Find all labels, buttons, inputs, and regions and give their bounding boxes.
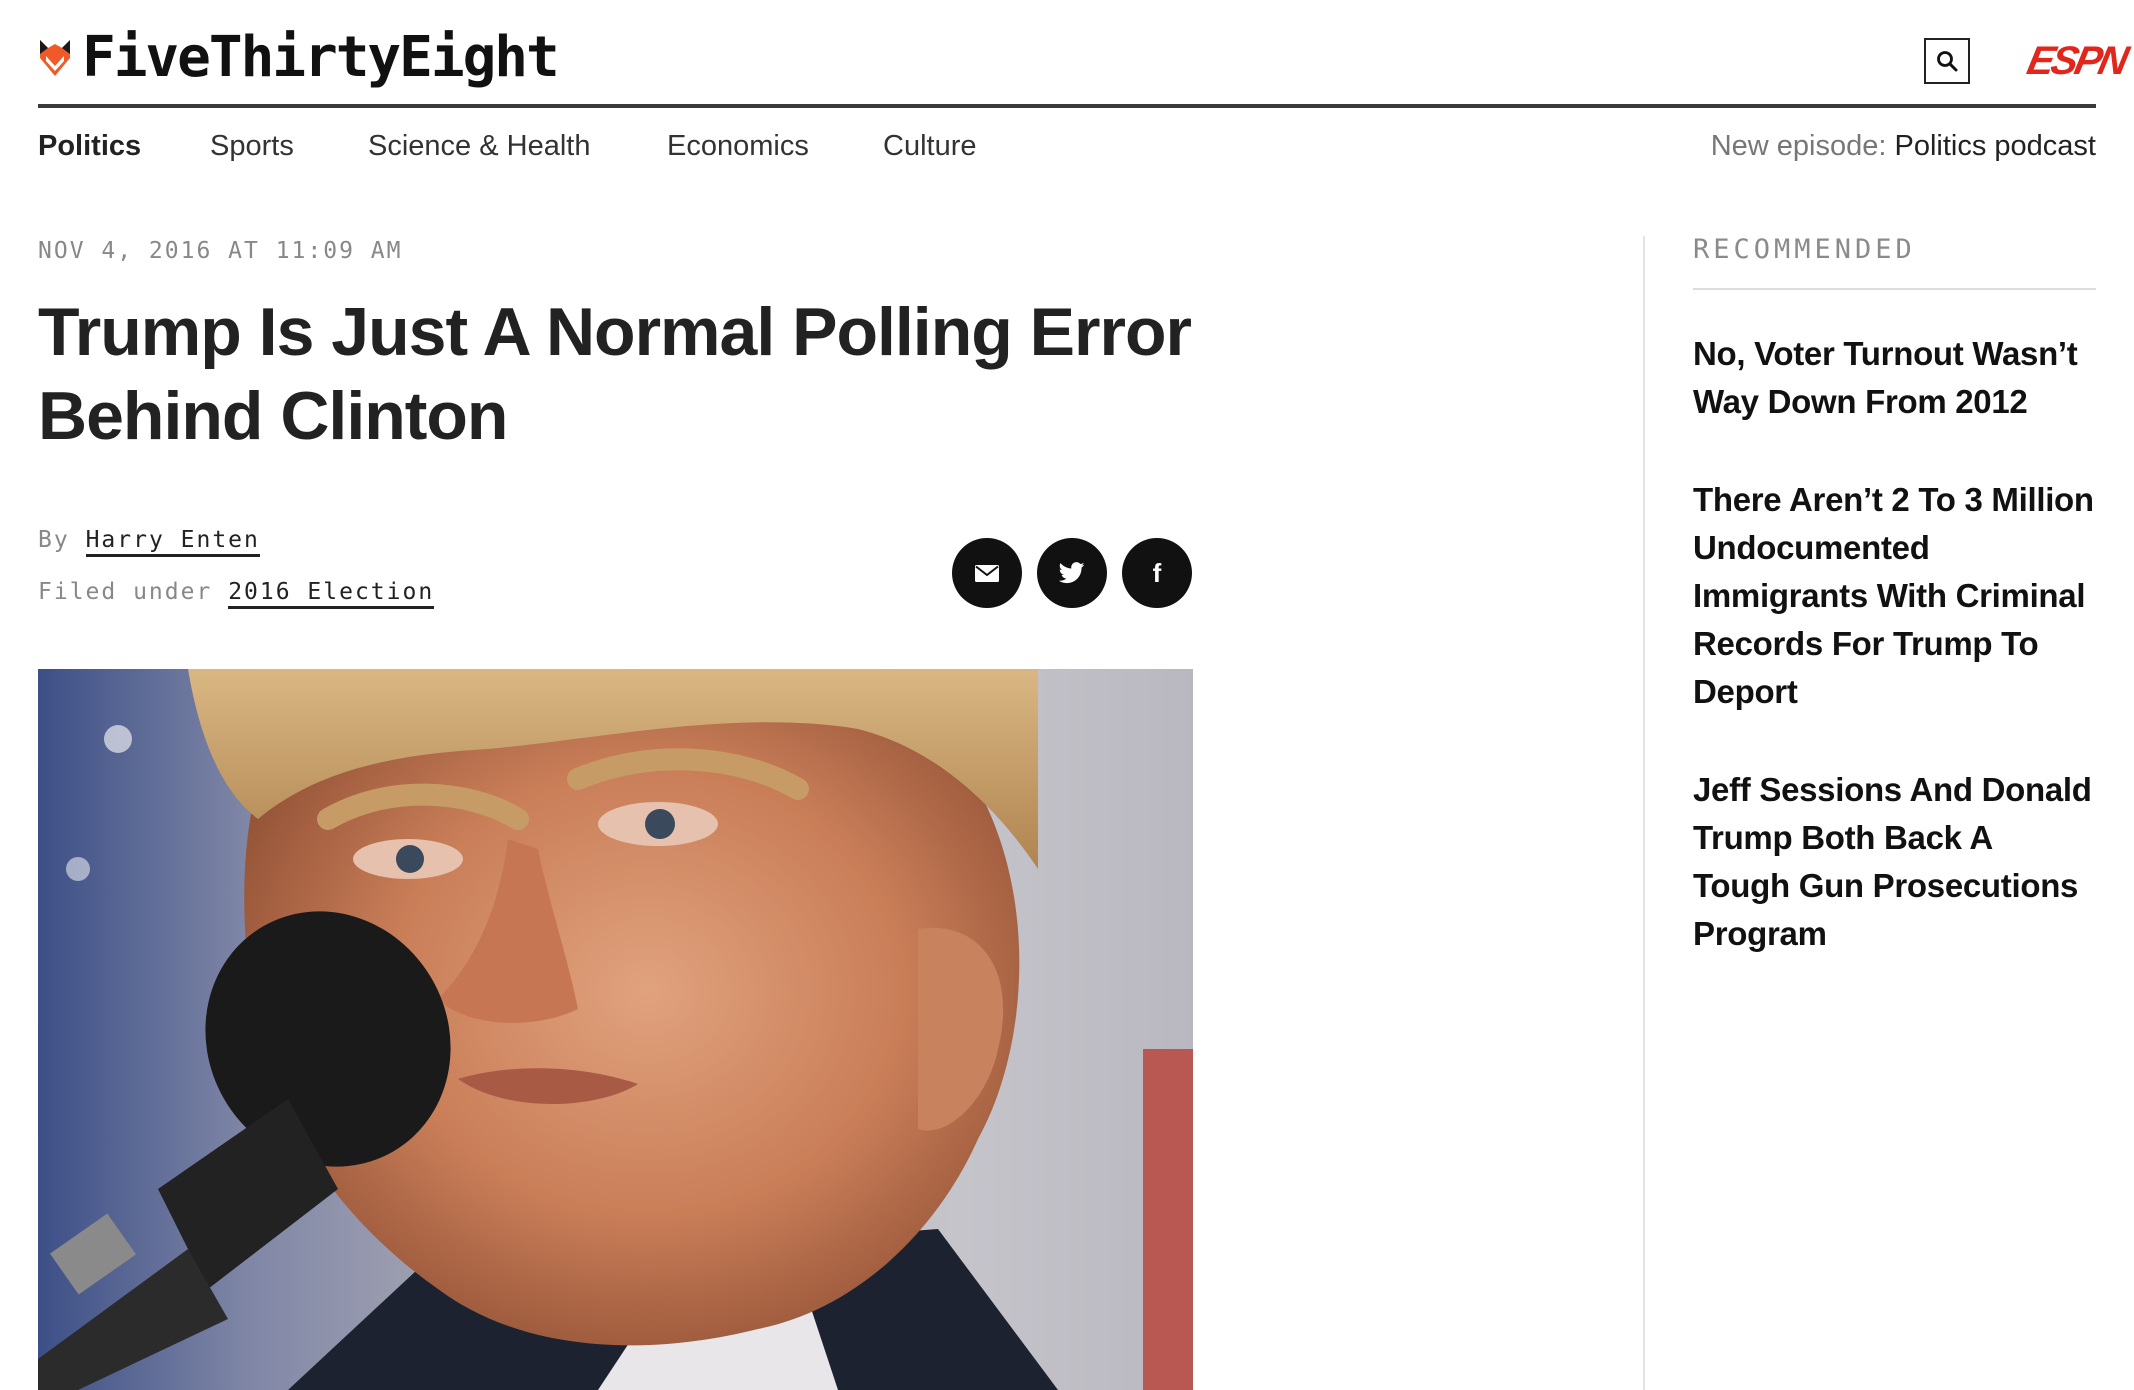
espn-logo[interactable]: ESPN: [2023, 39, 2129, 83]
podcast-title: Politics podcast: [1894, 130, 2097, 162]
nav-item-economics[interactable]: Economics: [667, 128, 809, 164]
twitter-icon: [1059, 562, 1085, 584]
filed-prefix: Filed under: [38, 579, 213, 605]
facebook-icon: f: [1152, 558, 1162, 588]
nav-item-sports[interactable]: Sports: [210, 128, 294, 164]
hero-portrait-image: [38, 669, 1193, 1390]
share-email-button[interactable]: [952, 538, 1022, 608]
search-icon: [1937, 51, 1958, 72]
fox-logo-icon: [40, 40, 70, 76]
recommended-sidebar: RECOMMENDED No, Voter Turnout Wasn’t Way…: [1693, 232, 2096, 1008]
nav-item-science-health[interactable]: Science & Health: [368, 128, 590, 164]
site-logo[interactable]: FiveThirtyEight: [38, 25, 560, 90]
podcast-prefix: New episode:: [1710, 130, 1887, 162]
section-nav: Politics Sports Science & Health Economi…: [38, 108, 2096, 188]
author-link[interactable]: Harry Enten: [85, 527, 260, 557]
masthead: FiveThirtyEight ESPN: [38, 0, 2130, 108]
tag-link[interactable]: 2016 Election: [228, 579, 435, 609]
recommended-heading: RECOMMENDED: [1693, 232, 2096, 290]
recommended-item[interactable]: No, Voter Turnout Wasn’t Way Down From 2…: [1693, 330, 2096, 426]
email-icon: [975, 564, 999, 582]
byline-prefix: By: [38, 527, 70, 553]
filed-under: Filed under 2016 Election: [38, 576, 435, 609]
nav-item-culture[interactable]: Culture: [883, 128, 977, 164]
sidebar-divider: [1643, 236, 1645, 1390]
byline: By Harry Enten: [38, 524, 260, 557]
search-button[interactable]: [1924, 38, 1970, 84]
article-headline: Trump Is Just A Normal Polling Error Beh…: [38, 294, 1192, 454]
site-name: FiveThirtyEight: [82, 25, 560, 90]
recommended-item[interactable]: There Aren’t 2 To 3 Million Undocumented…: [1693, 476, 2096, 716]
hero-photo: [38, 669, 1193, 1390]
share-facebook-button[interactable]: f: [1122, 538, 1192, 608]
article-dateline: NOV 4, 2016 AT 11:09 AM: [38, 238, 403, 264]
share-twitter-button[interactable]: [1037, 538, 1107, 608]
podcast-link[interactable]: New episode: Politics podcast: [1711, 128, 2096, 164]
recommended-item[interactable]: Jeff Sessions And Donald Trump Both Back…: [1693, 766, 2096, 958]
nav-item-politics[interactable]: Politics: [38, 128, 141, 164]
